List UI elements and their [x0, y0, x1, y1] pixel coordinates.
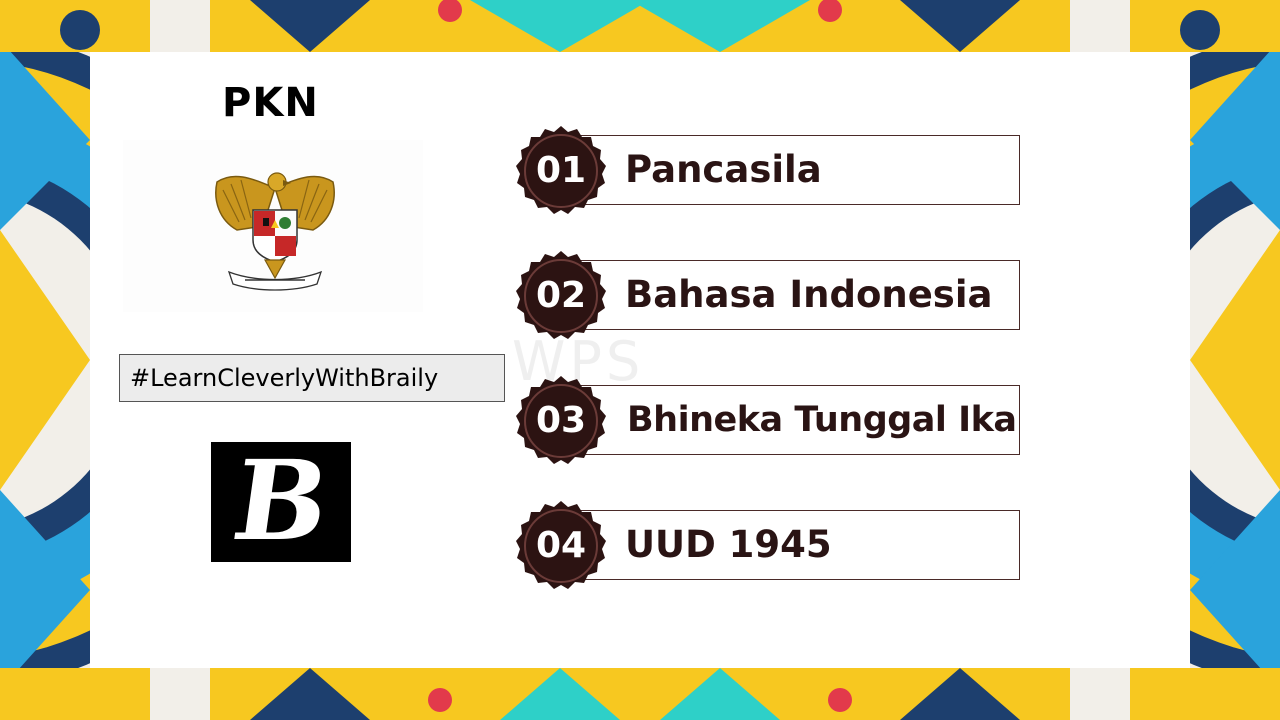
item-label: Pancasila: [625, 148, 822, 191]
logo-letter: B: [225, 442, 337, 562]
list-item-3: Bhineka Tunggal Ika 03: [515, 375, 1025, 467]
item-number: 01: [535, 150, 587, 191]
garuda-emblem-icon: [215, 172, 335, 291]
list-item-2: Bahasa Indonesia 02: [515, 250, 1025, 342]
item-number: 02: [535, 275, 587, 316]
list-item-4: UUD 1945 04: [515, 500, 1025, 592]
braily-logo: B: [211, 442, 351, 562]
item-number: 04: [535, 525, 587, 566]
subject-title: PKN: [222, 80, 319, 126]
list-item-1: Pancasila 01: [515, 125, 1025, 217]
item-label: Bahasa Indonesia: [625, 273, 993, 316]
item-number: 03: [535, 400, 587, 441]
hashtag-label: #LearnCleverlyWithBraily: [119, 354, 505, 402]
item-label: Bhineka Tunggal Ika: [627, 400, 1017, 440]
item-label: UUD 1945: [625, 523, 832, 566]
